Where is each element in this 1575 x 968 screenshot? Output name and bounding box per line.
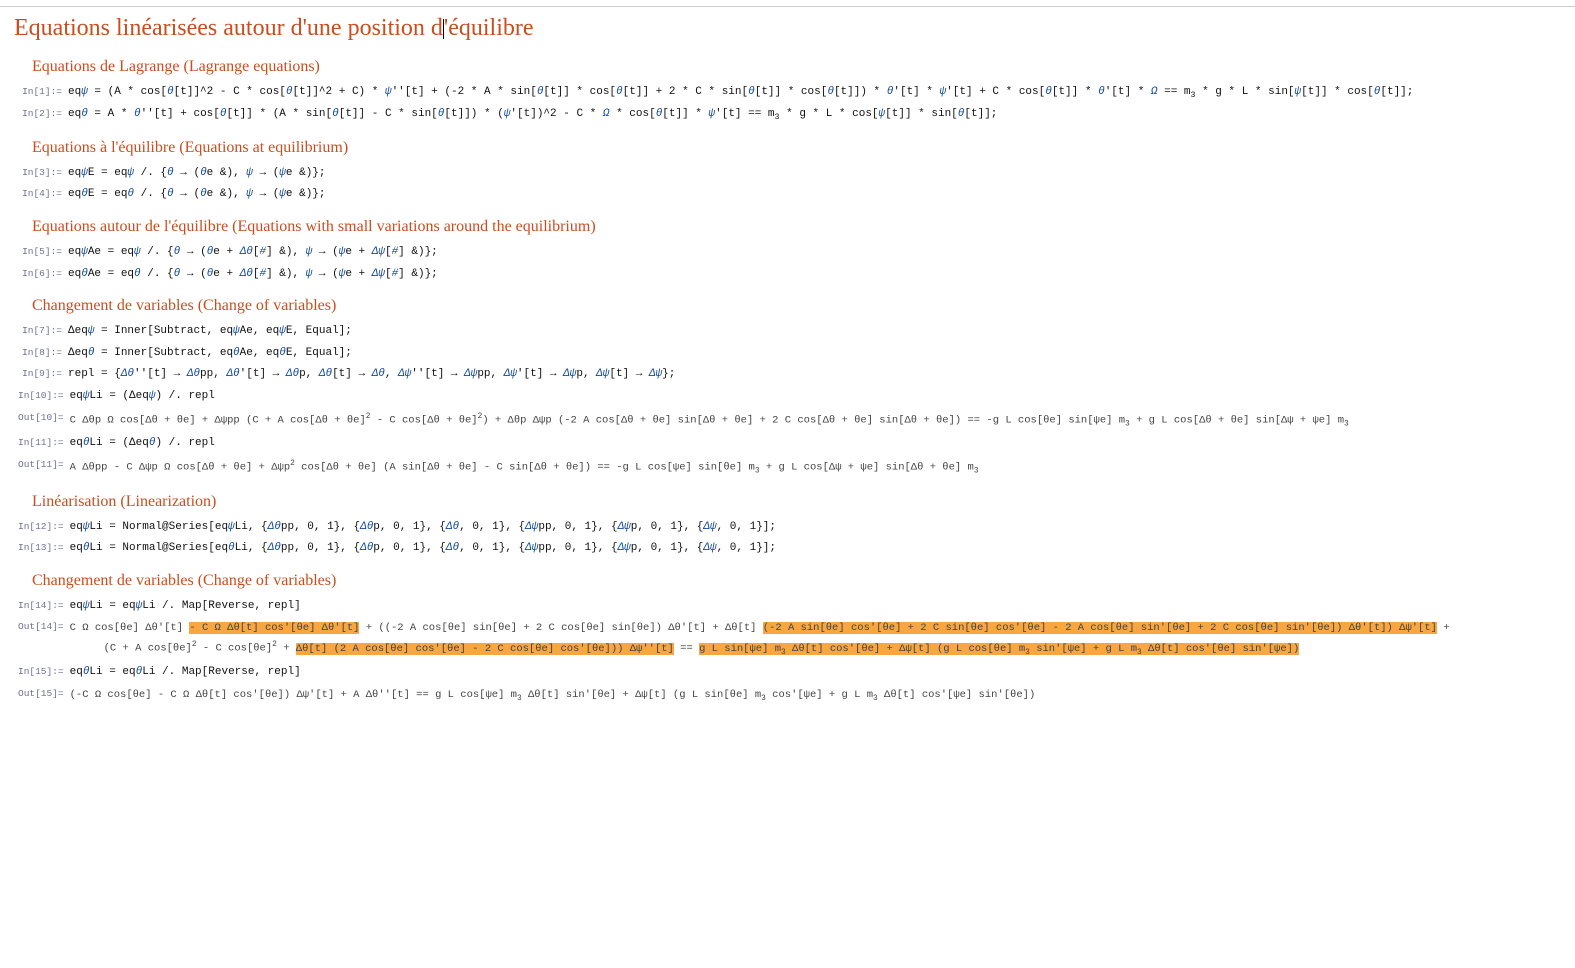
code-in8[interactable]: Δeqθ = Inner[Subtract, eqθAe, eqθE, Equa… [68,345,352,363]
cell-in12[interactable]: In[12]:= eqψLi = Normal@Series[eqψLi, {Δ… [18,519,1561,537]
cell-in11[interactable]: In[11]:= eqθLi = (Δeqθ) /. repl [18,435,1561,453]
label-in6: In[6]:= [18,266,62,279]
code-in7[interactable]: Δeqψ = Inner[Subtract, eqψAe, eqψE, Equa… [68,323,352,341]
label-in7: In[7]:= [18,323,62,336]
cell-in7[interactable]: In[7]:= Δeqψ = Inner[Subtract, eqψAe, eq… [18,323,1561,341]
label-out10: Out[10]= [18,410,64,423]
cell-in4[interactable]: In[4]:= eqθE = eqθ /. {θ → (θe &), ψ → (… [18,186,1561,204]
code-in11[interactable]: eqθLi = (Δeqθ) /. repl [70,435,215,453]
cell-out14: Out[14]= C Ω cos[θe] Δθ'[t] - C Ω Δθ[t] … [18,619,1561,660]
label-in2: In[2]:= [18,106,62,119]
code-in14[interactable]: eqψLi = eqψLi /. Map[Reverse, repl] [70,598,301,616]
text-caret [443,19,444,39]
title-pre: Equations linéarisées autour d'une posit… [14,15,443,41]
code-in2[interactable]: eqθ = A * θ''[t] + cos[θ[t]] * (A * sin[… [68,106,997,124]
code-in12[interactable]: eqψLi = Normal@Series[eqψLi, {Δθpp, 0, 1… [70,519,776,537]
notebook-content: Equations linéarisées autour d'une posit… [0,15,1575,720]
cell-in13[interactable]: In[13]:= eqθLi = Normal@Series[eqθLi, {Δ… [18,540,1561,558]
section-changevar1: Changement de variables (Change of varia… [32,297,1561,315]
section-equilibrium: Equations à l'équilibre (Equations at eq… [32,139,1561,157]
label-in1: In[1]:= [18,84,62,97]
page-title[interactable]: Equations linéarisées autour d'une posit… [14,15,1561,42]
out15-text: (-C Ω cos[θe] - C Ω Δθ[t] cos'[θe]) Δψ'[… [70,686,1036,706]
code-in9[interactable]: repl = {Δθ''[t] → Δθpp, Δθ'[t] → Δθp, Δθ… [68,366,675,384]
code-in5[interactable]: eqψAe = eqψ /. {θ → (θe + Δθ[#] &), ψ → … [68,244,438,262]
code-in6[interactable]: eqθAe = eqθ /. {θ → (θe + Δθ[#] &), ψ → … [68,266,438,284]
out10-text: C Δθp Ω cos[Δθ + θe] + Δψpp (C + A cos[Δ… [70,410,1349,432]
label-in11: In[11]:= [18,435,64,448]
cell-in14[interactable]: In[14]:= eqψLi = eqψLi /. Map[Reverse, r… [18,598,1561,616]
label-in3: In[3]:= [18,165,62,178]
label-in5: In[5]:= [18,244,62,257]
top-divider [0,6,1575,7]
code-in3[interactable]: eqψE = eqψ /. {θ → (θe &), ψ → (ψe &)}; [68,165,326,183]
label-in8: In[8]:= [18,345,62,358]
code-in4[interactable]: eqθE = eqθ /. {θ → (θe &), ψ → (ψe &)}; [68,186,326,204]
cell-out15: Out[15]= (-C Ω cos[θe] - C Ω Δθ[t] cos'[… [18,686,1561,706]
label-in10: In[10]:= [18,388,64,401]
cell-out10: Out[10]= C Δθp Ω cos[Δθ + θe] + Δψpp (C … [18,410,1561,432]
label-out15: Out[15]= [18,686,64,699]
label-in13: In[13]:= [18,540,64,553]
cell-in10[interactable]: In[10]:= eqψLi = (Δeqψ) /. repl [18,388,1561,406]
label-in4: In[4]:= [18,186,62,199]
section-small-var: Equations autour de l'équilibre (Equatio… [32,218,1561,236]
cell-in8[interactable]: In[8]:= Δeqθ = Inner[Subtract, eqθAe, eq… [18,345,1561,363]
code-in1[interactable]: eqψ = (A * cos[θ[t]]^2 - C * cos[θ[t]]^2… [68,84,1413,102]
title-post: équilibre [448,15,533,41]
label-in9: In[9]:= [18,366,62,379]
label-in12: In[12]:= [18,519,64,532]
cell-in2[interactable]: In[2]:= eqθ = A * θ''[t] + cos[θ[t]] * (… [18,106,1561,124]
cell-in5[interactable]: In[5]:= eqψAe = eqψ /. {θ → (θe + Δθ[#] … [18,244,1561,262]
label-out11: Out[11]= [18,457,64,470]
out14-text: C Ω cos[θe] Δθ'[t] - C Ω Δθ[t] cos'[θe] … [70,619,1450,660]
code-in15[interactable]: eqθLi = eqθLi /. Map[Reverse, repl] [70,664,301,682]
cell-in1[interactable]: In[1]:= eqψ = (A * cos[θ[t]]^2 - C * cos… [18,84,1561,102]
section-linearization: Linéarisation (Linearization) [32,493,1561,511]
section-lagrange: Equations de Lagrange (Lagrange equation… [32,58,1561,76]
cell-in6[interactable]: In[6]:= eqθAe = eqθ /. {θ → (θe + Δθ[#] … [18,266,1561,284]
section-changevar2: Changement de variables (Change of varia… [32,572,1561,590]
cell-in15[interactable]: In[15]:= eqθLi = eqθLi /. Map[Reverse, r… [18,664,1561,682]
cell-out11: Out[11]= A Δθpp - C Δψp Ω cos[Δθ + θe] +… [18,457,1561,479]
cell-in3[interactable]: In[3]:= eqψE = eqψ /. {θ → (θe &), ψ → (… [18,165,1561,183]
cell-in9[interactable]: In[9]:= repl = {Δθ''[t] → Δθpp, Δθ'[t] →… [18,366,1561,384]
out11-text: A Δθpp - C Δψp Ω cos[Δθ + θe] + Δψp2 cos… [70,457,979,479]
label-in14: In[14]:= [18,598,64,611]
label-in15: In[15]:= [18,664,64,677]
code-in10[interactable]: eqψLi = (Δeqψ) /. repl [70,388,215,406]
code-in13[interactable]: eqθLi = Normal@Series[eqθLi, {Δθpp, 0, 1… [70,540,776,558]
label-out14: Out[14]= [18,619,64,632]
